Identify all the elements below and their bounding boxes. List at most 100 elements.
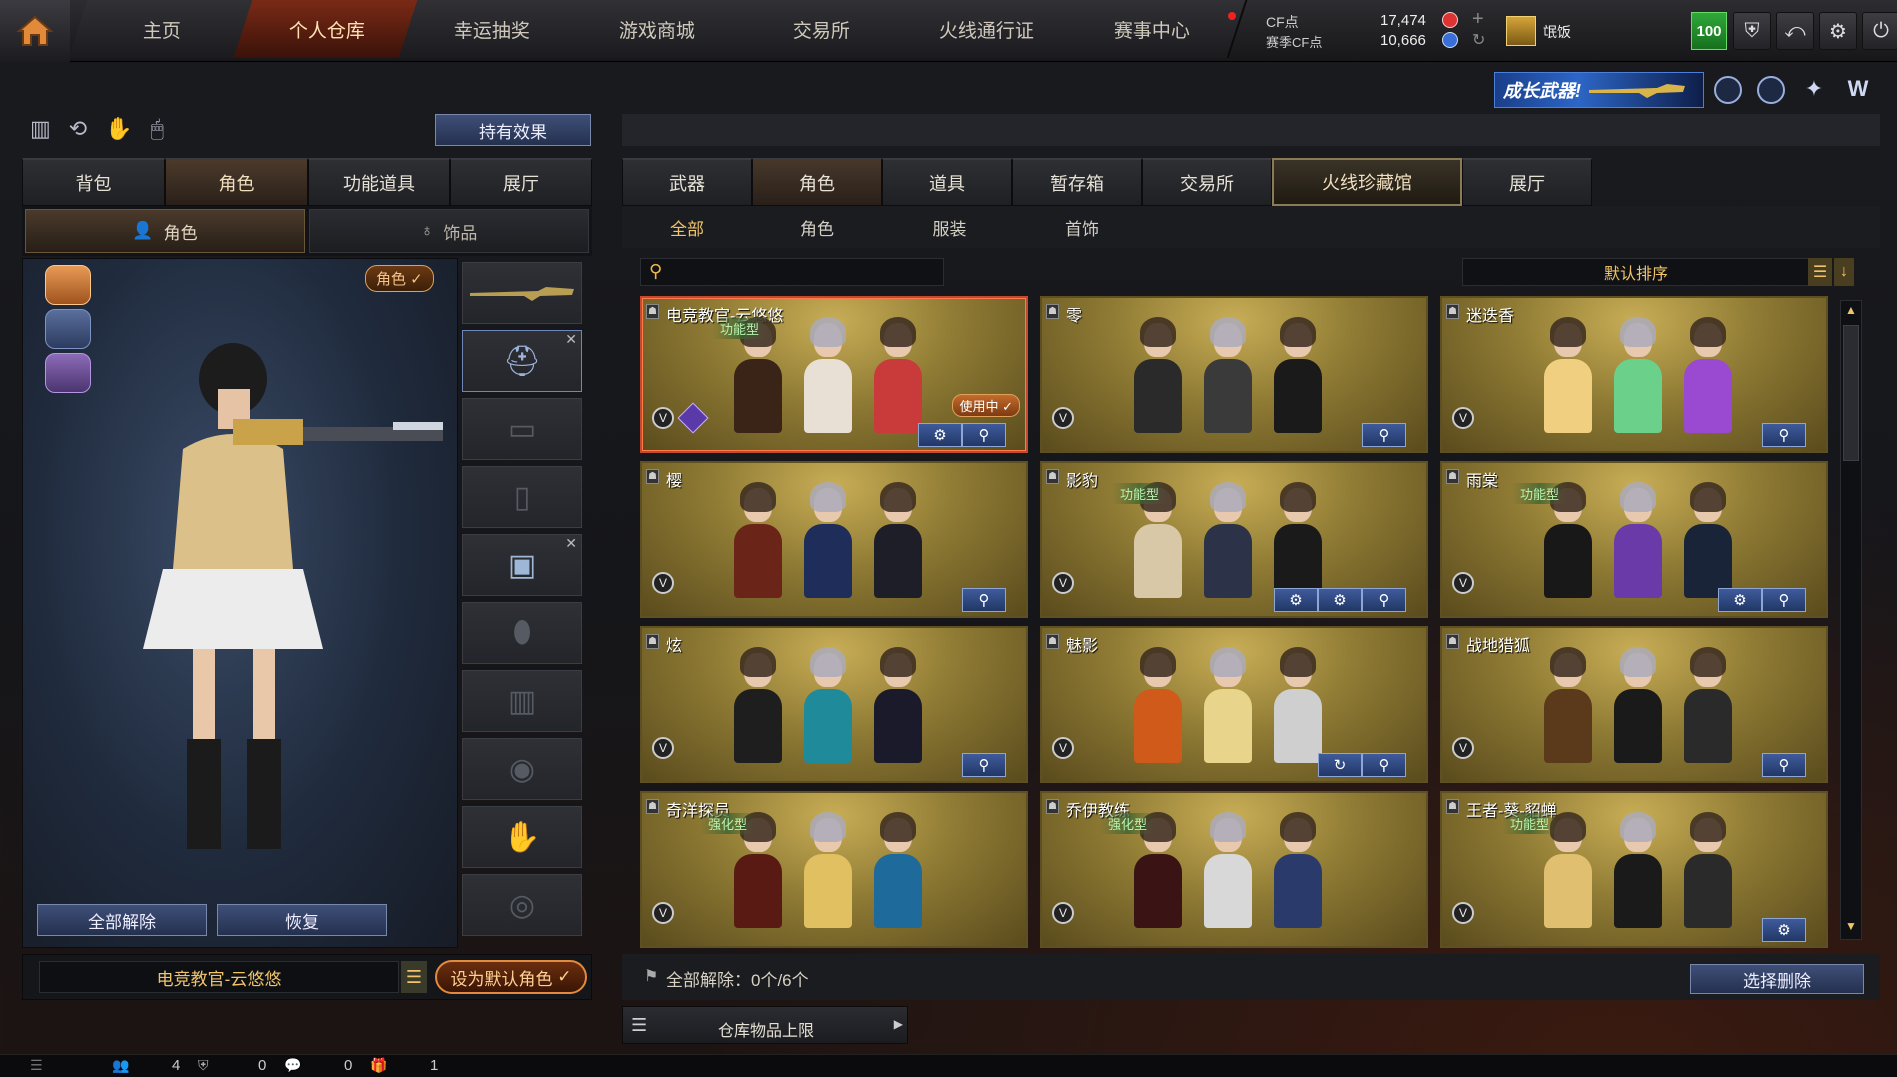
pose-icon[interactable]: ✋	[105, 116, 132, 142]
bookmark-icon[interactable]: ☗	[1046, 469, 1059, 484]
list-menu-icon[interactable]: ☰	[401, 961, 427, 993]
add-currency-icon[interactable]: +	[1472, 8, 1484, 31]
faction-icon-wing[interactable]	[45, 309, 91, 349]
settings-button[interactable]: ⚙	[1318, 588, 1362, 612]
bookmark-icon[interactable]: ☗	[1046, 634, 1059, 649]
nav-tab-events[interactable]: 赛事中心	[1058, 0, 1248, 58]
sort-direction-icon[interactable]: ↓	[1834, 258, 1854, 286]
nav-tab-lottery[interactable]: 幸运抽奖	[398, 0, 588, 58]
refresh-icon[interactable]: ↻	[1472, 30, 1485, 50]
preview-button[interactable]: ⚲	[1762, 588, 1806, 612]
restore-button[interactable]: 恢复	[217, 904, 387, 936]
character-card[interactable]: ☗ 战地猎狐 V ⚲	[1440, 626, 1828, 783]
filter-clothing[interactable]: 服装	[882, 215, 1017, 240]
scroll-down-icon[interactable]: ▼	[1843, 919, 1859, 937]
v-badge-icon[interactable]	[1714, 76, 1742, 104]
slot-backpack[interactable]: ▣ ✕	[462, 534, 582, 596]
preview-button[interactable]: ⚲	[1762, 753, 1806, 777]
tab-showroom-right[interactable]: 展厅	[1462, 158, 1592, 206]
character-card[interactable]: ☗ 奇洋探员 强化型 V	[640, 791, 1028, 948]
tab-storage[interactable]: 暂存箱	[1012, 158, 1142, 206]
character-card[interactable]: ☗ 迷迭香 V ⚲	[1440, 296, 1828, 453]
search-input[interactable]: ⚲	[640, 258, 944, 286]
preview-button[interactable]: ⚲	[1362, 423, 1406, 447]
tab-exchange[interactable]: 交易所	[1142, 158, 1272, 206]
bookmark-icon[interactable]: ☗	[1046, 304, 1059, 319]
nav-tab-battle-pass[interactable]: 火线通行证	[893, 0, 1083, 58]
character-card[interactable]: ☗ 影豹 功能型 V ⚙ ⚙ ⚲	[1040, 461, 1428, 618]
shield-button[interactable]: ⛨	[1733, 12, 1771, 50]
set-default-character-button[interactable]: 设为默认角色 ✓	[435, 960, 587, 994]
sort-dropdown[interactable]: 默认排序	[1462, 258, 1810, 286]
nav-tab-warehouse[interactable]: 个人仓库	[233, 0, 423, 58]
bookmark-icon[interactable]: ☗	[1446, 469, 1459, 484]
character-card[interactable]: ☗ 电竞教官-云悠悠 功能型 V 使用中 ✓ ⚙ ⚲	[640, 296, 1028, 453]
star-badge-icon[interactable]: ✦	[1800, 76, 1828, 104]
filter-character[interactable]: 角色	[752, 215, 882, 240]
gift-icon[interactable]: 🎁	[370, 1057, 387, 1074]
bookmark-icon[interactable]: ☗	[1446, 304, 1459, 319]
preview-button[interactable]: ⚲	[962, 753, 1006, 777]
home-button[interactable]	[0, 0, 70, 62]
subtab-character[interactable]: 👤 角色	[25, 209, 305, 253]
remove-icon[interactable]: ✕	[565, 535, 577, 552]
return-button[interactable]: ⤺	[1776, 12, 1814, 50]
settings-button[interactable]: ⚙	[918, 423, 962, 447]
slot-glasses[interactable]: ▭	[462, 398, 582, 460]
nav-tab-shop[interactable]: 游戏商城	[563, 0, 753, 58]
settings-button[interactable]: ⚙	[1274, 588, 1318, 612]
subtab-accessory[interactable]: ♁ 饰品	[309, 209, 589, 253]
tab-character[interactable]: 角色	[165, 158, 308, 206]
promo-banner[interactable]: 成长武器!	[1494, 72, 1704, 108]
slot-glove[interactable]: ✋	[462, 806, 582, 868]
sort-menu-icon[interactable]: ☰	[1808, 258, 1832, 286]
tab-showroom[interactable]: 展厅	[450, 158, 592, 206]
rotate-icon[interactable]: ⟲	[69, 116, 87, 142]
bookmark-icon[interactable]: ☗	[646, 799, 659, 814]
bookmark-icon[interactable]: ☗	[1446, 634, 1459, 649]
slot-ring[interactable]: ◎	[462, 874, 582, 936]
w-logo-icon[interactable]: W	[1843, 76, 1873, 104]
preview-button[interactable]: ⚲	[1762, 423, 1806, 447]
filter-all[interactable]: 全部	[622, 215, 752, 240]
tab-function-items[interactable]: 功能道具	[308, 158, 450, 206]
character-preview[interactable]: 角色 ✓ 全部解除 恢复	[22, 258, 458, 948]
character-card[interactable]: ☗ 炫 V ⚲	[640, 626, 1028, 783]
tab-backpack[interactable]: 背包	[22, 158, 165, 206]
character-card[interactable]: ☗ 魅影 V ↻ ⚲	[1040, 626, 1428, 783]
select-delete-button[interactable]: 选择删除	[1690, 964, 1864, 994]
settings-button[interactable]: ⚙	[1718, 588, 1762, 612]
remove-icon[interactable]: ✕	[565, 331, 577, 348]
slot-grenade[interactable]: ⬮	[462, 602, 582, 664]
bookmark-icon[interactable]: ☗	[646, 634, 659, 649]
character-card[interactable]: ☗ 王者-葵-貂蝉 功能型 V ⚙	[1440, 791, 1828, 948]
bookmark-icon[interactable]: ☗	[1446, 799, 1459, 814]
unequip-all-button[interactable]: 全部解除	[37, 904, 207, 936]
faction-icon-eagle[interactable]	[45, 265, 91, 305]
shield-status-icon[interactable]: ⛨	[198, 1057, 209, 1074]
stats-icon[interactable]: ▥	[30, 116, 51, 142]
slot-pants[interactable]: ▥	[462, 670, 582, 732]
tab-characters[interactable]: 角色	[752, 158, 882, 206]
scroll-up-icon[interactable]: ▲	[1843, 303, 1859, 321]
storage-limit-bar[interactable]: ☰ 仓库物品上限 ▶	[622, 1006, 908, 1044]
friends-icon[interactable]: 👥	[112, 1057, 129, 1074]
faction-icon-bird[interactable]	[45, 353, 91, 393]
scroll-thumb[interactable]	[1843, 325, 1859, 461]
tab-collection[interactable]: 火线珍藏馆	[1272, 158, 1462, 206]
character-card[interactable]: ☗ 樱 V ⚲	[640, 461, 1028, 618]
tab-weapons[interactable]: 武器	[622, 158, 752, 206]
character-card[interactable]: ☗ 零 V ⚲	[1040, 296, 1428, 453]
slot-pet[interactable]: ◉	[462, 738, 582, 800]
mouse-icon[interactable]: 🖱	[151, 116, 164, 142]
expand-arrow-icon[interactable]: ▶	[894, 1017, 903, 1031]
search-input-field[interactable]	[673, 261, 933, 283]
settings-button[interactable]: ⚙	[1762, 918, 1806, 942]
preview-button[interactable]: ⚲	[1362, 588, 1406, 612]
preview-button[interactable]: ⚲	[962, 588, 1006, 612]
username[interactable]: 氓饭	[1543, 22, 1571, 42]
bookmark-icon[interactable]: ☗	[646, 304, 659, 319]
menu-icon[interactable]: ☰	[30, 1057, 43, 1074]
slot-vest[interactable]: ▯	[462, 466, 582, 528]
scrollbar[interactable]: ▲ ▼	[1840, 300, 1862, 940]
